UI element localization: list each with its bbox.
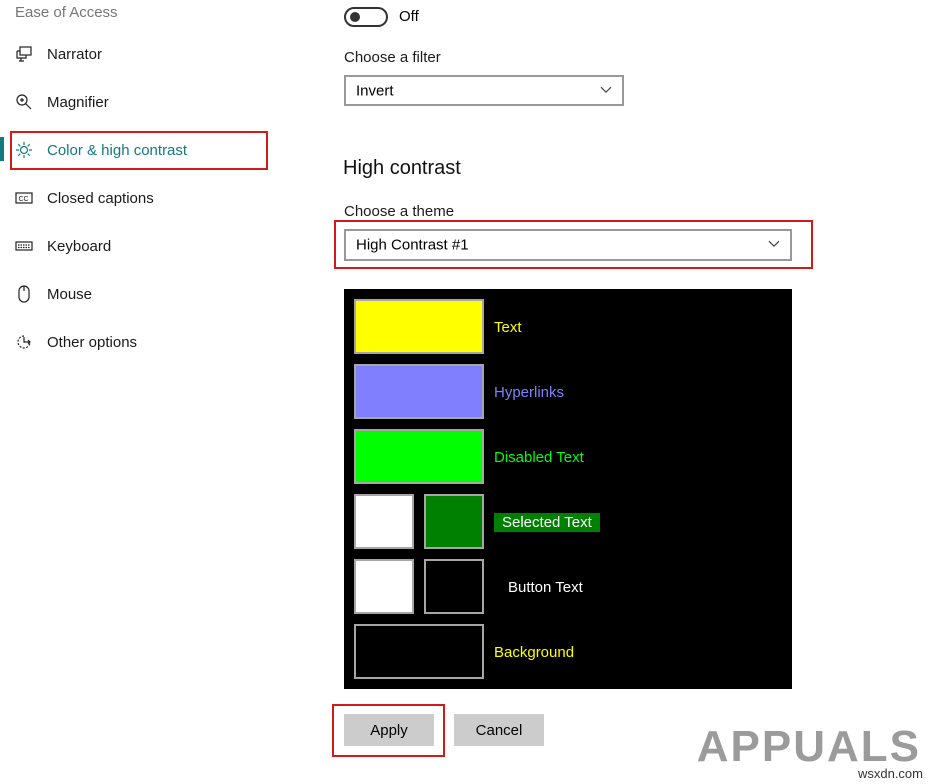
disabled-text-color-label[interactable]: Disabled Text xyxy=(494,449,584,466)
closed-captions-icon: CC xyxy=(15,189,33,207)
mouse-icon xyxy=(15,285,33,303)
sidebar-item-label: Magnifier xyxy=(47,93,109,111)
brightness-icon xyxy=(15,141,33,159)
narrator-icon xyxy=(15,45,33,63)
button-text-bg-swatch[interactable] xyxy=(424,559,484,614)
appuals-logo: APPUALS xyxy=(696,722,921,771)
filter-label: Choose a filter xyxy=(344,49,441,66)
sidebar-item-color-high-contrast[interactable]: Color & high contrast xyxy=(0,130,280,170)
theme-value: High Contrast #1 xyxy=(356,236,469,254)
chevron-down-icon xyxy=(768,234,780,252)
sidebar-item-label: Other options xyxy=(47,333,138,351)
sidebar-item-other-options[interactable]: Other options xyxy=(0,322,280,362)
sidebar-item-label: Keyboard xyxy=(47,237,112,255)
filter-value: Invert xyxy=(356,82,394,99)
toggle-knob xyxy=(350,12,360,22)
chevron-down-icon xyxy=(600,80,612,98)
sidebar-item-label: Closed captions xyxy=(47,189,154,207)
other-options-icon xyxy=(15,333,33,351)
keyboard-icon xyxy=(15,237,33,255)
background-color-label[interactable]: Background xyxy=(494,644,574,661)
button-text-fg-swatch[interactable] xyxy=(354,559,414,614)
button-text-color-label[interactable]: Button Text xyxy=(508,579,583,596)
hyperlinks-color-swatch[interactable] xyxy=(354,364,484,419)
sidebar-item-label: Narrator xyxy=(47,45,103,63)
sidebar-item-label: Mouse xyxy=(47,285,93,303)
sidebar-item-closed-captions[interactable]: CC Closed captions xyxy=(0,178,280,218)
sidebar-item-magnifier[interactable]: Magnifier xyxy=(0,82,280,122)
filter-dropdown[interactable]: Invert xyxy=(344,75,624,106)
section-title: Ease of Access xyxy=(15,4,118,21)
cancel-button[interactable]: Cancel xyxy=(454,714,544,746)
toggle-state-label: Off xyxy=(399,8,419,25)
hyperlinks-color-label[interactable]: Hyperlinks xyxy=(494,384,564,401)
apply-button[interactable]: Apply xyxy=(344,714,434,746)
sidebar-item-narrator[interactable]: Narrator xyxy=(0,34,280,74)
svg-text:CC: CC xyxy=(19,196,29,203)
watermark-site: wsxdn.com xyxy=(857,766,923,781)
theme-preview: Text Hyperlinks Disabled Text Selected T… xyxy=(344,289,792,689)
text-color-label[interactable]: Text xyxy=(494,319,522,336)
text-color-swatch[interactable] xyxy=(354,299,484,354)
disabled-text-color-swatch[interactable] xyxy=(354,429,484,484)
magnifier-icon xyxy=(15,93,33,111)
theme-label: Choose a theme xyxy=(344,203,455,220)
color-filter-toggle[interactable] xyxy=(344,7,388,27)
sidebar-item-mouse[interactable]: Mouse xyxy=(0,274,280,314)
selected-text-color-label[interactable]: Selected Text xyxy=(494,513,600,532)
high-contrast-heading: High contrast xyxy=(343,157,461,179)
theme-dropdown[interactable]: High Contrast #1 xyxy=(344,229,792,261)
sidebar-item-keyboard[interactable]: Keyboard xyxy=(0,226,280,266)
selected-text-bg-swatch[interactable] xyxy=(424,494,484,549)
background-color-swatch[interactable] xyxy=(354,624,484,679)
selected-text-fg-swatch[interactable] xyxy=(354,494,414,549)
sidebar-item-label: Color & high contrast xyxy=(47,141,188,159)
